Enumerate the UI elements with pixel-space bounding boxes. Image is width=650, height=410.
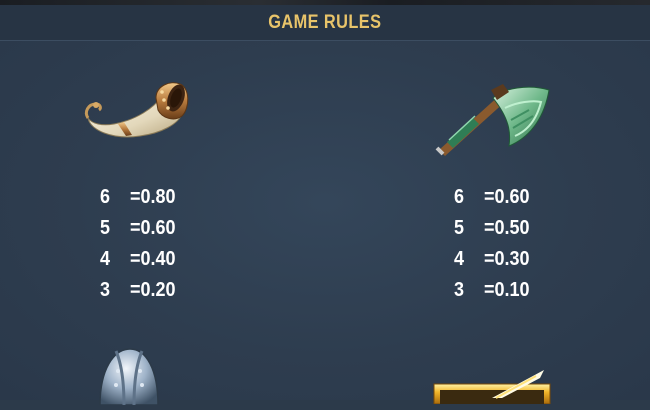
- drinking-horn-icon: [82, 78, 192, 148]
- payout-row: 5 =0.50: [454, 213, 535, 244]
- symbol-count: 6: [100, 186, 111, 208]
- symbol-count: 4: [100, 248, 111, 270]
- payout-row: 3 =0.10: [454, 275, 535, 306]
- payout-row: 4 =0.40: [100, 244, 181, 275]
- payout-value: =0.80: [130, 186, 176, 208]
- header-bar: GAME RULES: [0, 5, 650, 41]
- payout-row: 5 =0.60: [100, 213, 181, 244]
- viking-helmet-icon: [96, 345, 162, 406]
- symbol-count: 5: [100, 217, 111, 239]
- payout-value: =0.10: [484, 279, 530, 301]
- symbol-count: 3: [454, 279, 465, 301]
- payout-value: =0.20: [130, 279, 176, 301]
- page-title: GAME RULES: [268, 11, 382, 33]
- gold-frame-icon: [432, 368, 552, 405]
- symbol-count: 5: [454, 217, 465, 239]
- payout-row: 6 =0.80: [100, 182, 181, 213]
- symbol-count: 3: [100, 279, 111, 301]
- viking-axe-icon: [433, 80, 555, 156]
- payout-value: =0.60: [130, 217, 176, 239]
- payout-value: =0.30: [484, 248, 530, 270]
- symbol-count: 6: [454, 186, 465, 208]
- payout-value: =0.50: [484, 217, 530, 239]
- payout-row: 3 =0.20: [100, 275, 181, 306]
- horn-paytable: 6 =0.80 5 =0.60 4 =0.40 3 =0.20: [100, 182, 181, 306]
- axe-paytable: 6 =0.60 5 =0.50 4 =0.30 3 =0.10: [454, 182, 535, 306]
- payout-row: 4 =0.30: [454, 244, 535, 275]
- payout-row: 6 =0.60: [454, 182, 535, 213]
- symbol-count: 4: [454, 248, 465, 270]
- payout-value: =0.40: [130, 248, 176, 270]
- payout-value: =0.60: [484, 186, 530, 208]
